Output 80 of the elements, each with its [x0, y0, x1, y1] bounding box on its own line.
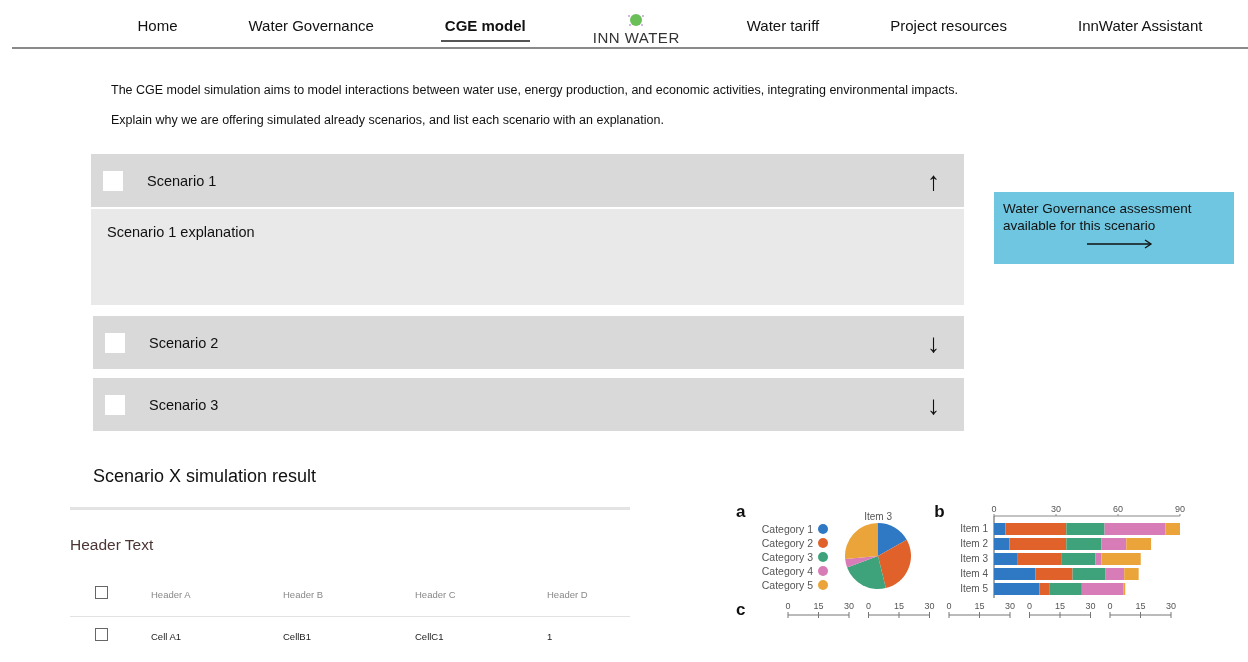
x-axis [867, 611, 930, 619]
legend-label: Category 5 [761, 579, 814, 591]
axis-category-label: Item 2 [960, 538, 988, 549]
axis-tick-label: 0 [785, 601, 791, 611]
table-cell-text: Cell A1 [151, 630, 183, 642]
arrow-glyph: ↓ [927, 391, 940, 418]
axis-tick-label: 30 [1085, 601, 1096, 611]
axis-tick-label: 30 [843, 601, 854, 611]
legend-label: Category 1 [761, 523, 814, 535]
arrow-glyph: ↓ [927, 329, 940, 356]
logo-text[interactable]: INN WATER [592, 29, 680, 46]
legend-label: Category 4 [761, 565, 814, 577]
table-cell-text: CellB1 [283, 630, 312, 642]
axis-category-label: Item 4 [960, 568, 988, 579]
accordion-header[interactable]: Scenario 3 ↓ [93, 378, 964, 431]
scenario-title: Scenario 2 [149, 334, 220, 351]
panel-letter: a [736, 503, 747, 520]
axis-tick-label: 0 [991, 504, 997, 514]
table-cell-text: CellC1 [415, 630, 445, 642]
nav-link[interactable]: Home [133, 11, 182, 42]
axis-tick-label: 0 [1107, 601, 1113, 611]
axis-category-label: Item 5 [960, 583, 988, 594]
checkbox[interactable] [103, 170, 123, 191]
accordion-header[interactable]: Scenario 2 ↓ [93, 316, 964, 369]
panel-letter: b [934, 503, 946, 520]
section-title: Scenario X simulation result [93, 466, 318, 487]
axis-tick-label: 90 [1174, 504, 1185, 514]
table-title: Header Text [70, 536, 155, 554]
axis-tick-label: 15 [813, 601, 824, 611]
nav-link[interactable]: CGE model [440, 11, 530, 42]
intro-paragraph: Explain why we are offering simulated already scenarios, and list each scenario with an explanation. [111, 113, 665, 127]
table-cell-text: 1 [547, 630, 554, 642]
accordion-header[interactable]: Scenario 1 ↑ [91, 154, 964, 207]
bar-segment [993, 568, 1036, 580]
axis-tick-label: 15 [974, 601, 985, 611]
axis-tick-label: 30 [924, 601, 935, 611]
intro-paragraph: The CGE model simulation aims to model interactions between water use, energy production, and economic activities, integrating environmental impacts. [111, 83, 959, 97]
axis-tick-label: 15 [1054, 601, 1065, 611]
axis-tick-label: 0 [865, 601, 871, 611]
chart-title: Item 3 [864, 511, 892, 522]
checkbox[interactable] [95, 628, 108, 641]
axis-category-label: Item 1 [960, 523, 988, 534]
axis-tick-label: 15 [893, 601, 904, 611]
axis-tick-label: 30 [1004, 601, 1015, 611]
bar-segment [1035, 568, 1073, 580]
arrow-right-icon [1087, 239, 1153, 249]
axis-tick-label: 60 [1112, 504, 1123, 514]
bar-segment [1101, 538, 1127, 550]
axis-tick-label: 0 [1026, 601, 1032, 611]
x-axis [948, 611, 1011, 619]
axis-tick-label: 30 [1050, 504, 1061, 514]
bar-segment [1126, 538, 1151, 550]
checkbox[interactable] [105, 394, 125, 415]
scenario-title: Scenario 1 [147, 172, 218, 189]
scenario-explanation: Scenario 1 explanation [107, 224, 255, 240]
nav-link[interactable]: InnWater Assistant [1073, 11, 1207, 42]
bar-segment [1124, 568, 1139, 580]
axis-category-label: Item 3 [960, 553, 988, 564]
legend-label: Category 2 [761, 537, 814, 549]
water-drop-icon [627, 11, 646, 27]
x-axis [1028, 611, 1091, 619]
nav-link[interactable]: Project resources [886, 11, 1011, 42]
nav-link[interactable]: Water tariff [742, 11, 824, 42]
x-axis [787, 611, 850, 619]
column-header: Header D [547, 588, 589, 600]
column-header: Header A [151, 588, 192, 600]
column-header: Header B [283, 588, 325, 600]
column-header: Header C [415, 588, 457, 600]
checkbox[interactable] [105, 332, 125, 353]
axis-tick-label: 0 [946, 601, 952, 611]
nav-link[interactable]: Water Governance [244, 11, 378, 42]
x-axis [1109, 611, 1172, 619]
checkbox[interactable] [95, 586, 108, 599]
governance-link-card[interactable]: Water Governance assessment available for this scenario [994, 192, 1234, 264]
arrow-glyph: ↑ [927, 167, 940, 194]
axis-tick-label: 30 [1165, 601, 1176, 611]
scenario-title: Scenario 3 [149, 396, 220, 413]
panel-letter: c [736, 601, 747, 618]
axis-tick-label: 15 [1135, 601, 1146, 611]
legend-label: Category 3 [761, 551, 814, 563]
